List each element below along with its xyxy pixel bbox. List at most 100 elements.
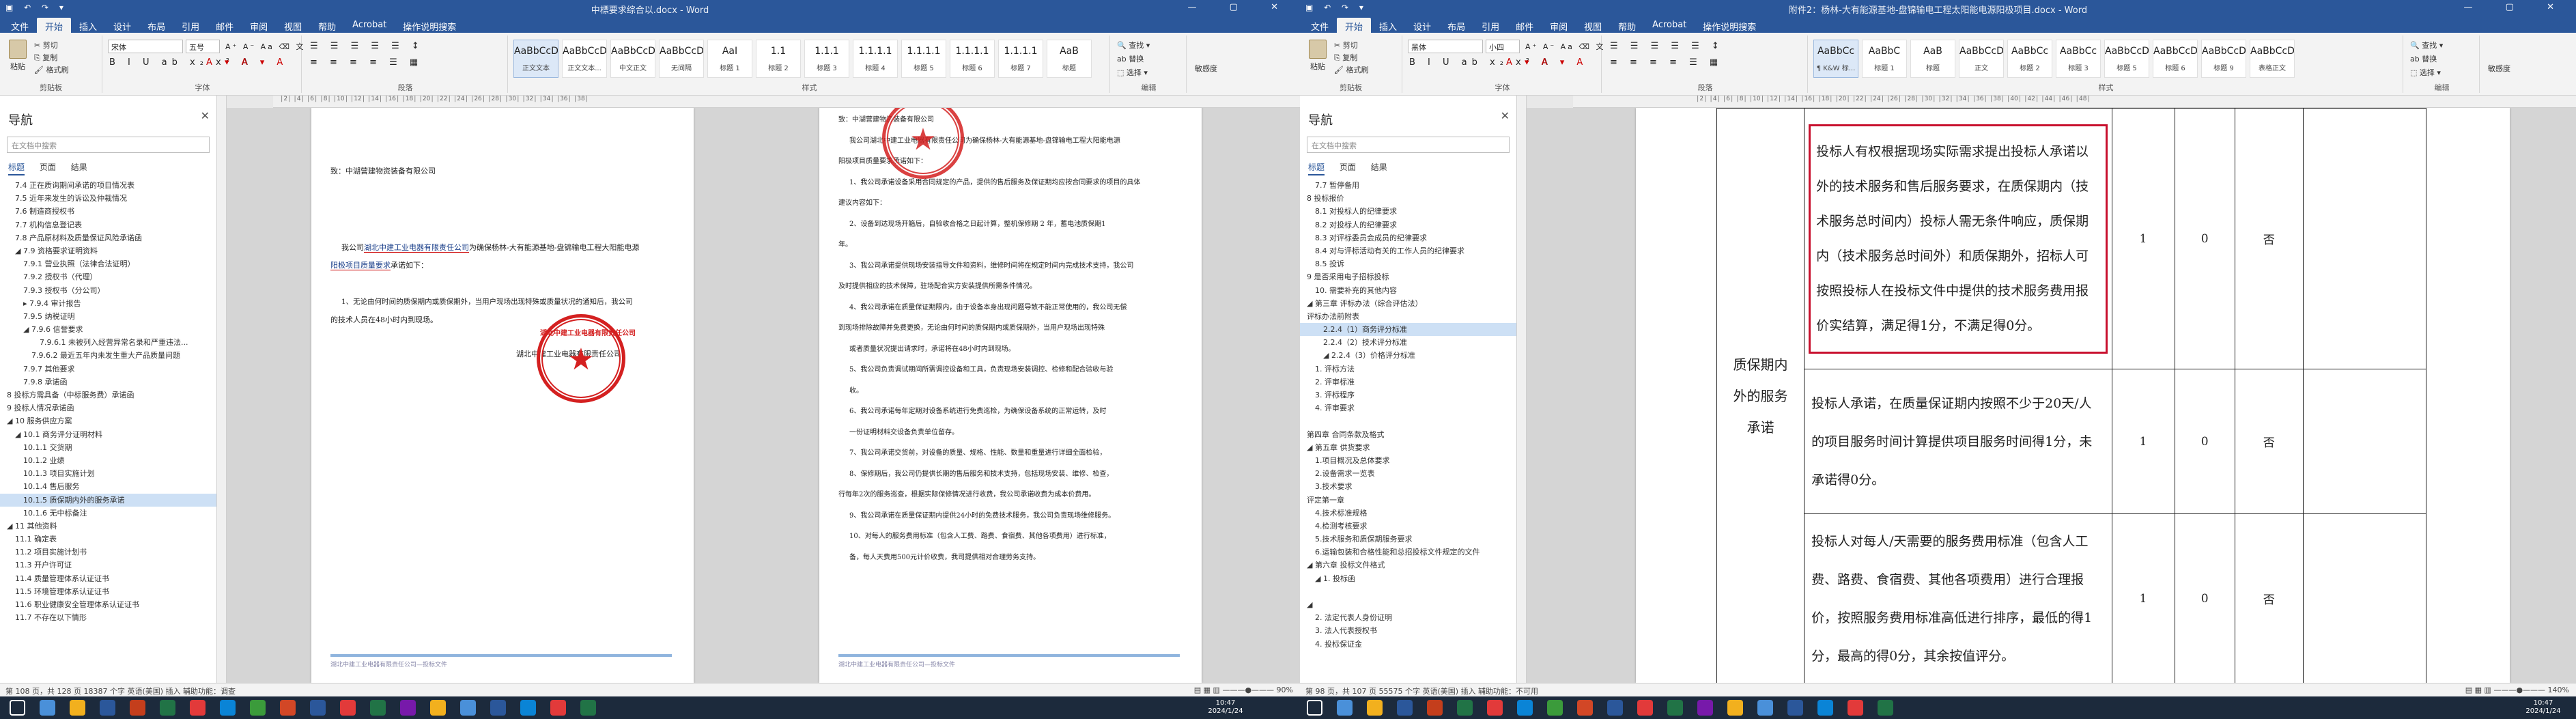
taskbar-app-icon[interactable]	[1547, 700, 1563, 716]
nav-heading-item[interactable]: 7.9.6.1 未被列入经营异常名录和严重违法...	[0, 336, 216, 349]
style-gallery-item[interactable]: AaBbCcDd 正文文本...	[562, 40, 607, 78]
taskbar-clock[interactable]: 10:47 2024/1/24	[2519, 699, 2567, 716]
nav-heading-item[interactable]: 7.9.7 其他要求	[0, 363, 216, 376]
nav-heading-item[interactable]: 11.4 质量管理体系认证证书	[0, 572, 216, 585]
view-zoom-controls[interactable]: ▤ ▦ ▥ ———●——— 90%	[1194, 686, 1293, 694]
taskbar-app-icon[interactable]	[1637, 700, 1653, 716]
nav-heading-item[interactable]: 3.技术要求	[1300, 480, 1516, 493]
nav-heading-item[interactable]: 10.1.6 无中标备注	[0, 507, 216, 520]
find-button[interactable]: 🔍 查找 ▾	[2410, 40, 2443, 51]
tab-file[interactable]: 文件	[1303, 18, 1337, 33]
nav-search-input[interactable]: 在文档中搜索	[1307, 137, 1510, 153]
tab-insert[interactable]: 插入	[1371, 18, 1405, 33]
taskbar-app-icon[interactable]	[1787, 700, 1803, 716]
copy-button[interactable]: ⎘ 复制	[34, 52, 57, 63]
font-name-select[interactable]: 黑体	[1408, 40, 1483, 53]
nav-heading-item[interactable]: 8.2 对投标人的纪律要求	[1300, 218, 1516, 231]
nav-tab-results[interactable]: 结果	[1371, 163, 1387, 174]
style-gallery-item[interactable]: AaB 标题	[1047, 40, 1092, 78]
nav-close-button[interactable]: ✕	[201, 109, 210, 122]
nav-heading-item[interactable]: ◢ 10.1 商务评分证明材料	[0, 428, 216, 441]
nav-heading-item[interactable]: 10.1.4 售后服务	[0, 480, 216, 493]
nav-heading-item[interactable]: ◢ 第六章 投标文件格式	[1300, 559, 1516, 572]
nav-heading-item[interactable]: 8.3 对评标委员会成员的纪律要求	[1300, 231, 1516, 244]
nav-heading-item[interactable]: ◢ 11 其他资料	[0, 520, 216, 533]
nav-heading-item[interactable]: 7.9.3 授权书（分公司）	[0, 284, 216, 297]
nav-heading-item[interactable]: 1. 评标方法	[1300, 363, 1516, 376]
nav-heading-item[interactable]: 8.4 对与评标活动有关的工作人员的纪律要求	[1300, 244, 1516, 257]
select-button[interactable]: ⬚ 选择 ▾	[2410, 67, 2441, 78]
tab-review[interactable]: 审阅	[242, 18, 276, 33]
window-controls[interactable]: — ▢ ✕	[1188, 2, 1293, 12]
nav-heading-item[interactable]: 7.9.8 承诺函	[0, 376, 216, 389]
nav-heading-item[interactable]: 7.9.5 纳税证明	[0, 310, 216, 323]
taskbar-app-icon[interactable]	[580, 700, 596, 716]
tab-review[interactable]: 审阅	[1542, 18, 1576, 33]
nav-heading-item[interactable]: 11.6 职业健康安全管理体系认证证书	[0, 598, 216, 611]
font-size-buttons[interactable]: A⁺ A⁻ Aa ⌫ 文	[1525, 41, 1605, 52]
nav-heading-item[interactable]: ◢ 第三章 评标办法（综合评估法）	[1300, 297, 1516, 310]
nav-heading-item[interactable]: 8.1 对投标人的纪律要求	[1300, 205, 1516, 218]
nav-heading-item[interactable]: 4. 投标保证金	[1300, 638, 1516, 651]
nav-heading-item[interactable]: ◢ 1. 投标函	[1300, 572, 1516, 585]
nav-heading-item[interactable]: 7.9.6.2 最近五年内未发生重大产品质量问题	[0, 349, 216, 362]
tab-layout[interactable]: 布局	[139, 18, 173, 33]
taskbar-app-icon[interactable]	[1487, 700, 1503, 716]
nav-heading-item[interactable]: 3. 评标程序	[1300, 389, 1516, 401]
style-gallery-item[interactable]: 1.1.1.1 标题 5	[901, 40, 946, 78]
taskbar-app-icon[interactable]	[370, 700, 386, 716]
style-gallery-item[interactable]: AaBbCcDd 正文文本	[513, 40, 558, 78]
taskbar-app-icon[interactable]	[100, 700, 115, 716]
align-buttons[interactable]: ≡ ≡ ≡ ≡ ☰ ▦	[1610, 57, 1723, 68]
nav-heading-item[interactable]: 7.9.2 授权书（代理）	[0, 270, 216, 283]
align-buttons[interactable]: ≡ ≡ ≡ ≡ ☰ ▦	[310, 57, 423, 68]
tab-view[interactable]: 视图	[276, 18, 310, 33]
nav-heading-item[interactable]: 4. 评审要求	[1300, 401, 1516, 414]
list-buttons[interactable]: ☰ ☰ ☰ ☰ ☰ ↕	[1610, 41, 1724, 51]
taskbar-app-icon[interactable]	[1667, 700, 1683, 716]
nav-heading-item[interactable]: 评定第一章	[1300, 494, 1516, 507]
taskbar-app-icon[interactable]	[250, 700, 266, 716]
taskbar-app-icon[interactable]	[220, 700, 236, 716]
style-gallery-item[interactable]: AaBbCcDd 中文正文	[610, 40, 655, 78]
taskbar-app-icon[interactable]	[280, 700, 296, 716]
style-gallery-item[interactable]: AaBbCcD 正文	[1959, 40, 2004, 78]
nav-heading-item[interactable]: 4.技术标准规格	[1300, 507, 1516, 520]
tell-me-search[interactable]: 操作说明搜索	[1695, 18, 1764, 33]
nav-heading-item[interactable]: 10.1.2 业绩	[0, 454, 216, 467]
horizontal-ruler[interactable]: │2│ │4│ │6│ │8│ │10│ │12│ │14│ │16│ │18│…	[273, 96, 1300, 108]
nav-heading-item[interactable]: 2.设备需求一览表	[1300, 467, 1516, 480]
nav-heading-item[interactable]: 10.1.3 项目实施计划	[0, 467, 216, 480]
style-gallery-item[interactable]: 1.1.1.1 标题 7	[998, 40, 1043, 78]
taskbar-app-icon[interactable]	[40, 700, 55, 716]
taskbar-app-icon[interactable]	[340, 700, 356, 716]
taskbar-app-icon[interactable]	[1517, 700, 1533, 716]
style-gallery-item[interactable]: AaBbCc 标题 2	[2007, 40, 2052, 78]
replace-button[interactable]: ab 替换	[1117, 53, 1144, 64]
nav-tab-results[interactable]: 结果	[71, 163, 87, 174]
taskbar-app-icon[interactable]	[1878, 700, 1893, 716]
cut-button[interactable]: ✂ 剪切	[34, 40, 58, 51]
taskbar-clock[interactable]: 10:47 2024/1/24	[1202, 699, 1249, 716]
nav-close-button[interactable]: ✕	[1501, 109, 1510, 122]
nav-search-input[interactable]: 在文档中搜索	[7, 137, 210, 153]
tab-mailings[interactable]: 邮件	[1508, 18, 1542, 33]
replace-button[interactable]: ab 替换	[2410, 53, 2437, 64]
nav-heading-item[interactable]: 9 是否采用电子招标投标	[1300, 270, 1516, 283]
paste-button[interactable]: 粘贴	[4, 40, 31, 75]
taskbar-app-icon[interactable]	[310, 700, 326, 716]
style-gallery-item[interactable]: AaBbCc ¶ K&W 标...	[1813, 40, 1858, 78]
tab-references[interactable]: 引用	[1473, 18, 1508, 33]
nav-heading-item[interactable]: ◢ 7.9.6 信誉要求	[0, 323, 216, 336]
nav-heading-item[interactable]: ◢ 第五章 供货要求	[1300, 441, 1516, 454]
style-gallery-item[interactable]: AaI 标题 1	[707, 40, 752, 78]
taskbar-app-icon[interactable]	[490, 700, 506, 716]
nav-heading-item[interactable]: 2.2.4（2）技术评分标准	[1300, 336, 1516, 349]
style-gallery-item[interactable]: AaBbCcD 标题 6	[2153, 40, 2198, 78]
sensitivity-button[interactable]: 敏感度	[2488, 63, 2510, 74]
taskbar-app-icon[interactable]	[1697, 700, 1713, 716]
font-name-select[interactable]: 宋体	[108, 40, 183, 53]
format-painter-button[interactable]: 🖌 格式刷	[1334, 64, 1368, 75]
style-gallery-item[interactable]: 1.1.1.1 标题 4	[853, 40, 898, 78]
taskbar-app-icon[interactable]	[520, 700, 536, 716]
